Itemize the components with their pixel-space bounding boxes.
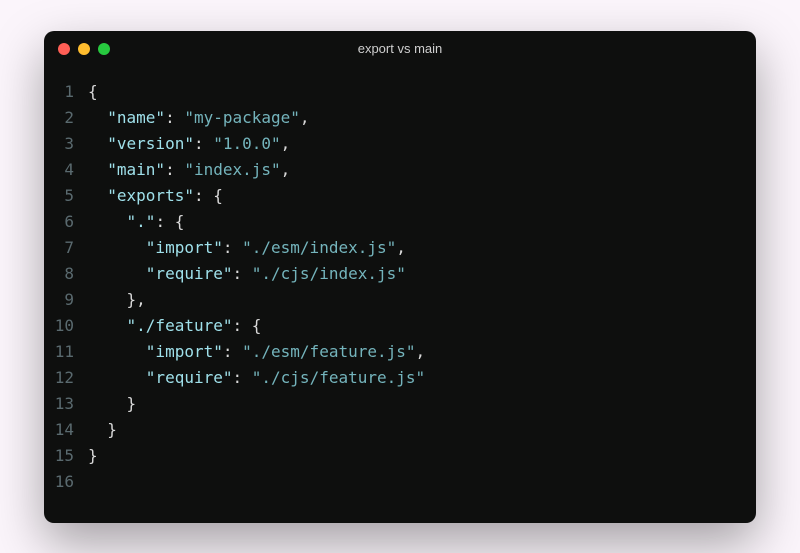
token-punc: , [281,160,291,179]
token-punc: : [165,108,184,127]
token-punc [88,238,146,257]
window-title: export vs main [44,41,756,56]
line-number: 10 [44,313,74,339]
code-line[interactable]: ".": { [88,209,756,235]
line-number: 5 [44,183,74,209]
token-key: "require" [146,264,233,283]
token-punc: : [223,342,242,361]
code-line[interactable]: "require": "./cjs/index.js" [88,261,756,287]
code-line[interactable]: "require": "./cjs/feature.js" [88,365,756,391]
token-punc: : { [233,316,262,335]
token-punc: : [233,368,252,387]
token-punc: : [223,238,242,257]
line-number: 8 [44,261,74,287]
token-punc: }, [88,290,146,309]
token-punc [88,108,107,127]
line-number: 15 [44,443,74,469]
token-key: "version" [107,134,194,153]
code-line[interactable]: "version": "1.0.0", [88,131,756,157]
token-punc: : [233,264,252,283]
token-punc [88,160,107,179]
token-str: "index.js" [184,160,280,179]
code-line[interactable]: "import": "./esm/index.js", [88,235,756,261]
token-punc: } [88,446,98,465]
token-str: "./esm/index.js" [242,238,396,257]
token-punc [88,368,146,387]
line-number: 13 [44,391,74,417]
minimize-icon[interactable] [78,43,90,55]
code-line[interactable]: }, [88,287,756,313]
code-area[interactable]: 12345678910111213141516 { "name": "my-pa… [44,67,756,523]
traffic-lights [58,43,110,55]
line-number-gutter: 12345678910111213141516 [44,79,88,511]
line-number: 7 [44,235,74,261]
token-key: "require" [146,368,233,387]
token-str: "./cjs/feature.js" [252,368,425,387]
code-line[interactable]: "name": "my-package", [88,105,756,131]
token-punc [88,342,146,361]
line-number: 11 [44,339,74,365]
code-line[interactable]: "exports": { [88,183,756,209]
line-number: 6 [44,209,74,235]
code-line[interactable]: } [88,443,756,469]
token-key: "." [127,212,156,231]
token-punc: , [396,238,406,257]
token-punc: , [281,134,291,153]
token-key: "main" [107,160,165,179]
token-punc: { [88,82,98,101]
line-number: 16 [44,469,74,495]
token-key: "import" [146,342,223,361]
token-punc: : { [155,212,184,231]
token-punc: , [416,342,426,361]
titlebar: export vs main [44,31,756,67]
line-number: 3 [44,131,74,157]
token-punc: } [88,420,117,439]
token-str: "1.0.0" [213,134,280,153]
code-line[interactable]: } [88,417,756,443]
token-key: "name" [107,108,165,127]
code-line[interactable]: { [88,79,756,105]
line-number: 9 [44,287,74,313]
close-icon[interactable] [58,43,70,55]
token-key: "exports" [107,186,194,205]
token-key: "import" [146,238,223,257]
line-number: 4 [44,157,74,183]
code-line[interactable]: "./feature": { [88,313,756,339]
code-line[interactable]: "main": "index.js", [88,157,756,183]
token-key: "./feature" [127,316,233,335]
token-punc: : [194,134,213,153]
token-punc [88,134,107,153]
code-content[interactable]: { "name": "my-package", "version": "1.0.… [88,79,756,511]
line-number: 12 [44,365,74,391]
token-str: "./cjs/index.js" [252,264,406,283]
token-punc [88,186,107,205]
token-str: "my-package" [184,108,300,127]
token-punc: , [300,108,310,127]
code-line[interactable] [88,469,756,495]
maximize-icon[interactable] [98,43,110,55]
editor-window: export vs main 12345678910111213141516 {… [44,31,756,523]
token-str: "./esm/feature.js" [242,342,415,361]
token-punc: : { [194,186,223,205]
token-punc: : [165,160,184,179]
line-number: 1 [44,79,74,105]
token-punc [88,316,127,335]
token-punc: } [88,394,136,413]
line-number: 14 [44,417,74,443]
line-number: 2 [44,105,74,131]
code-line[interactable]: } [88,391,756,417]
token-punc [88,264,146,283]
token-punc [88,212,127,231]
code-line[interactable]: "import": "./esm/feature.js", [88,339,756,365]
